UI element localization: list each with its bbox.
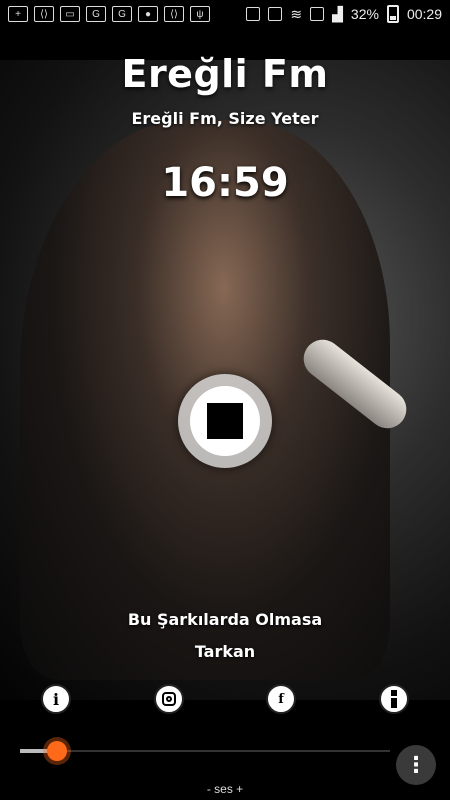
volume-thumb[interactable] xyxy=(47,741,67,761)
stop-icon xyxy=(190,386,260,456)
code-icon: ⟨⟩ xyxy=(164,6,184,22)
notification-icons: + ⟨⟩ ▭ G G ● ⟨⟩ ψ xyxy=(0,6,210,22)
info-icon[interactable]: i xyxy=(41,684,71,714)
instagram-icon[interactable] xyxy=(154,684,184,714)
usb-icon: ψ xyxy=(190,6,210,22)
more-icon[interactable] xyxy=(379,684,409,714)
status-time: 00:29 xyxy=(406,6,442,22)
artist-name: Tarkan xyxy=(194,642,256,661)
facebook-icon[interactable]: f xyxy=(266,684,296,714)
app-icon: G xyxy=(86,6,106,22)
signal-icon: ▟ xyxy=(332,5,343,22)
clock: 16:59 xyxy=(161,160,289,206)
battery-icon xyxy=(386,5,399,23)
vibrate-icon xyxy=(268,7,283,21)
song-title: Bu Şarkılarda Olmasa xyxy=(127,610,323,629)
nfc-icon xyxy=(246,7,261,21)
station-slogan: Ereğli Fm, Size Yeter xyxy=(131,109,319,128)
station-name: Ereğli Fm xyxy=(121,52,329,96)
volume-slider[interactable] xyxy=(20,741,390,761)
social-bar: i f xyxy=(0,684,450,716)
code-icon: ⟨⟩ xyxy=(34,6,54,22)
card-icon: ▭ xyxy=(60,6,80,22)
sim-icon xyxy=(310,7,325,21)
stop-button[interactable] xyxy=(178,374,272,468)
status-bar: + ⟨⟩ ▭ G G ● ⟨⟩ ψ ≋ ▟ 32% 00:29 xyxy=(0,0,450,28)
wifi-icon: ≋ xyxy=(290,5,303,22)
app-icon: G xyxy=(112,6,132,22)
overflow-menu-button[interactable]: ⋮ xyxy=(396,745,436,785)
add-notification-icon: + xyxy=(8,6,28,22)
battery-percent: 32% xyxy=(350,6,379,22)
radio-app-icon: ● xyxy=(138,6,158,22)
volume-label: - ses + xyxy=(206,782,244,796)
